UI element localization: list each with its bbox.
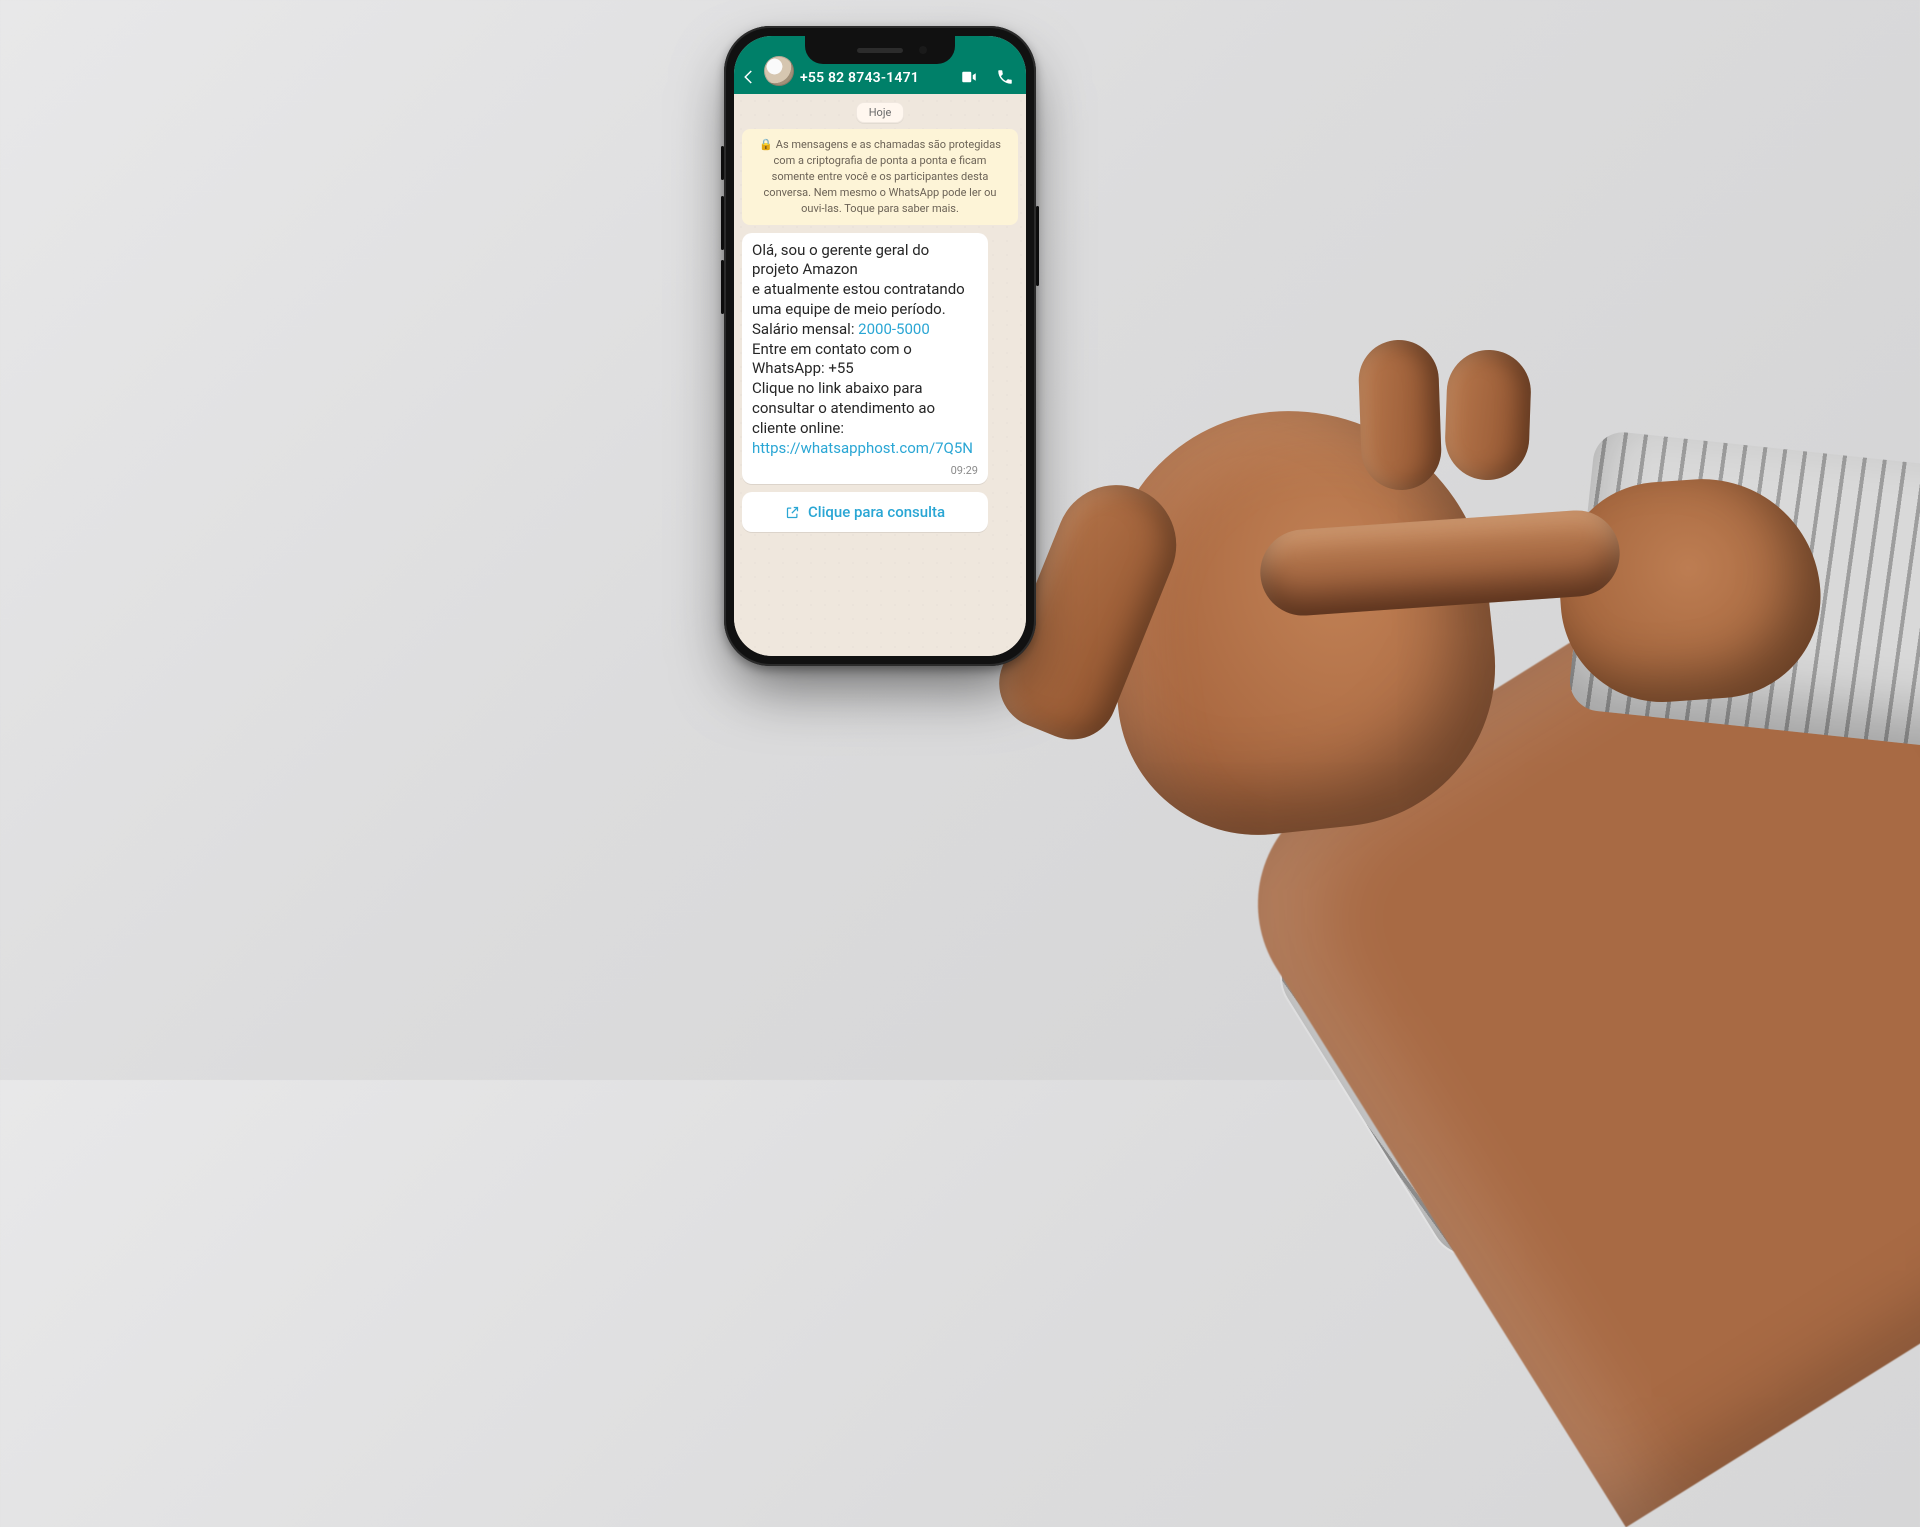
- message-contact-line: Entre em contato com o WhatsApp: +55: [752, 340, 912, 378]
- message-salary-link[interactable]: 2000-5000: [858, 320, 930, 338]
- incoming-message[interactable]: Olá, sou o gerente geral do projeto Amaz…: [742, 233, 988, 485]
- lock-icon: 🔒: [759, 138, 773, 151]
- cta-label: Clique para consulta: [808, 503, 945, 521]
- phone-notch: [805, 36, 955, 64]
- message-salary-label: Salário mensal:: [752, 320, 858, 338]
- video-call-icon[interactable]: [960, 68, 978, 86]
- contact-phone-number[interactable]: +55 82 8743-1471: [800, 70, 954, 86]
- message-url-link[interactable]: https://whatsapphost.com/7Q5N: [752, 439, 973, 457]
- voice-call-icon[interactable]: [996, 68, 1014, 86]
- message-line-2: e atualmente estou contratando uma equip…: [752, 280, 965, 318]
- date-divider: Hoje: [856, 102, 905, 123]
- cta-button[interactable]: Clique para consulta: [742, 492, 988, 532]
- encryption-notice[interactable]: 🔒As mensagens e as chamadas são protegid…: [742, 129, 1018, 225]
- message-line-1: Olá, sou o gerente geral do projeto Amaz…: [752, 241, 929, 279]
- external-link-icon: [785, 505, 800, 520]
- message-link-intro: Clique no link abaixo para consultar o a…: [752, 379, 935, 437]
- phone-screen: +55 82 8743-1471 Hoje 🔒As mensagens e as…: [734, 36, 1026, 656]
- chat-body: Hoje 🔒As mensagens e as chamadas são pro…: [734, 94, 1026, 656]
- back-icon[interactable]: [740, 68, 758, 86]
- hand-pointing: [1260, 420, 1920, 740]
- contact-avatar[interactable]: [764, 56, 794, 86]
- encryption-notice-text: As mensagens e as chamadas são protegida…: [764, 138, 1001, 215]
- message-timestamp: 09:29: [951, 464, 978, 479]
- phone-frame: +55 82 8743-1471 Hoje 🔒As mensagens e as…: [724, 26, 1036, 666]
